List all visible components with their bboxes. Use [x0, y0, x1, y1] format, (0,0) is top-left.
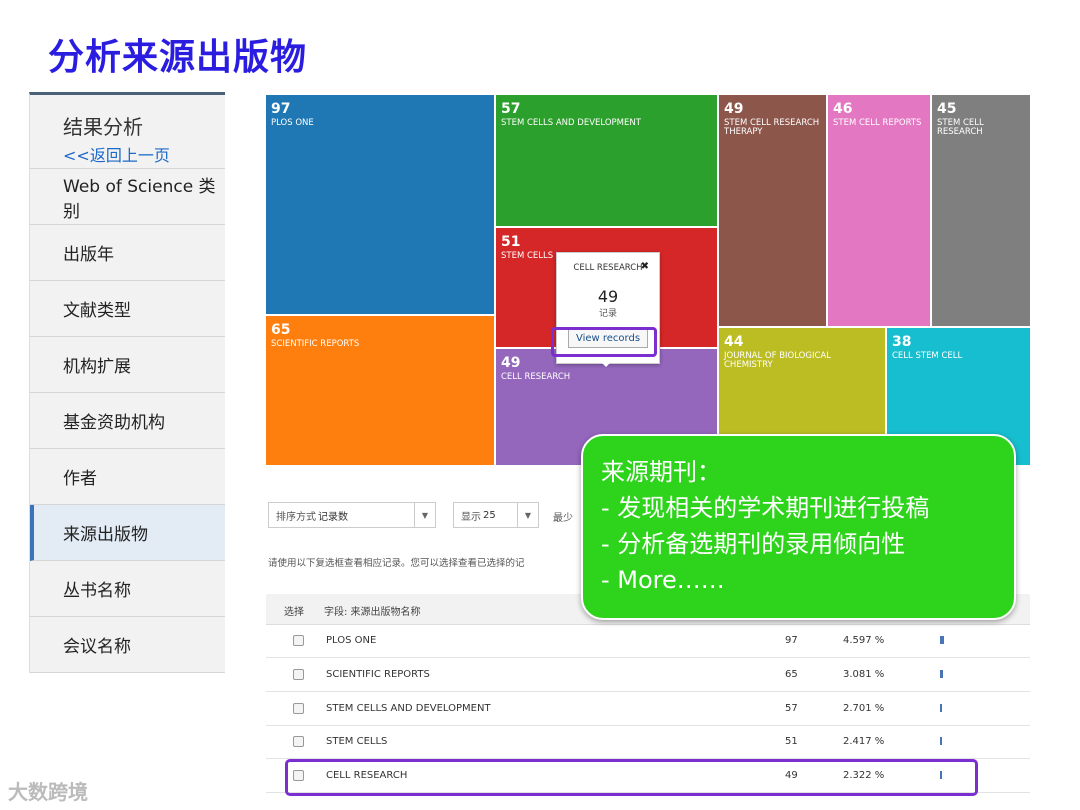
callout-line: - More…… — [601, 566, 725, 594]
sort-value: 记录数 — [318, 511, 348, 523]
sidebar-item-wos-category[interactable]: Web of Science 类别 — [30, 169, 225, 225]
sidebar-item-organization[interactable]: 机构扩展 — [30, 337, 225, 393]
highlight-frame-button — [551, 327, 657, 357]
callout-line: - 分析备选期刊的录用倾向性 — [601, 530, 906, 558]
sort-select[interactable]: 排序方式 记录数 ▼ — [268, 502, 436, 528]
row-checkbox[interactable] — [293, 669, 304, 680]
instruction-text: 请使用以下复选框查看相应记录。您可以选择查看已选择的记 — [268, 558, 525, 569]
show-count-select[interactable]: 显示 25 ▼ — [453, 502, 539, 528]
tile-label: STEM CELLS AND DEVELOPMENT — [501, 118, 641, 128]
row-count: 51 — [785, 736, 798, 747]
table-row: STEM CELLS 51 2.417 % — [266, 725, 1030, 759]
tile-label: SCIENTIFIC REPORTS — [271, 339, 360, 349]
row-name: SCIENTIFIC REPORTS — [326, 669, 430, 680]
treemap-tile[interactable]: 49 STEM CELL RESEARCH THERAPY — [719, 95, 826, 326]
sidebar-item-series[interactable]: 丛书名称 — [30, 561, 225, 617]
row-percent: 4.597 % — [843, 635, 885, 646]
row-name: PLOS ONE — [326, 635, 377, 646]
row-percent: 2.701 % — [843, 703, 885, 714]
treemap-tile[interactable]: 97 PLOS ONE — [266, 95, 494, 314]
row-count: 97 — [785, 635, 798, 646]
col-field: 字段: 来源出版物名称 — [324, 607, 421, 618]
treemap-tile[interactable]: 57 STEM CELLS AND DEVELOPMENT — [496, 95, 717, 226]
row-count: 57 — [785, 703, 798, 714]
row-name: STEM CELLS AND DEVELOPMENT — [326, 703, 491, 714]
tile-count: 65 — [271, 322, 291, 338]
treemap-tile[interactable]: 45 STEM CELL RESEARCH — [932, 95, 1030, 326]
callout-line: - 发现相关的学术期刊进行投稿 — [601, 494, 930, 522]
treemap-tile[interactable]: 46 STEM CELL REPORTS — [828, 95, 930, 326]
sidebar-item-doc-type[interactable]: 文献类型 — [30, 281, 225, 337]
highlight-frame-row — [285, 759, 978, 796]
row-bar — [940, 704, 942, 712]
back-link[interactable]: <<返回上一页 — [63, 142, 225, 166]
table-row: SCIENTIFIC REPORTS 65 3.081 % — [266, 658, 1030, 692]
row-count: 65 — [785, 669, 798, 680]
tile-count: 38 — [892, 334, 912, 350]
chevron-down-icon: ▼ — [517, 503, 538, 527]
min-label: 最少 — [553, 513, 573, 524]
tooltip-unit: 记录 — [598, 309, 617, 319]
tile-count: 51 — [501, 234, 521, 250]
callout-box: 来源期刊： - 发现相关的学术期刊进行投稿 - 分析备选期刊的录用倾向性 - M… — [581, 434, 1016, 620]
tile-count: 44 — [724, 334, 744, 350]
tile-count: 45 — [937, 101, 957, 117]
tile-label: STEM CELL REPORTS — [833, 118, 922, 128]
row-checkbox[interactable] — [293, 703, 304, 714]
tile-count: 49 — [724, 101, 744, 117]
slide-title: 分析来源出版物 — [48, 37, 308, 78]
table-row: PLOS ONE 97 4.597 % — [266, 624, 1030, 658]
tile-label: STEM CELL RESEARCH — [937, 118, 984, 137]
row-checkbox[interactable] — [293, 635, 304, 646]
tile-label: STEM CELL RESEARCH THERAPY — [724, 118, 820, 137]
close-icon[interactable]: ✖ — [641, 261, 649, 272]
tooltip-arrow — [600, 361, 612, 367]
row-bar — [940, 636, 944, 644]
treemap-tile[interactable]: 65 SCIENTIFIC REPORTS — [266, 316, 494, 465]
sidebar-item-pub-year[interactable]: 出版年 — [30, 225, 225, 281]
row-percent: 3.081 % — [843, 669, 885, 680]
tile-label: CELL STEM CELL — [892, 351, 963, 361]
sidebar-heading: 结果分析 — [63, 115, 143, 139]
col-select: 选择 — [284, 607, 304, 618]
watermark-logo: 大数跨境 — [8, 780, 88, 804]
sort-label: 排序方式 — [276, 511, 316, 523]
row-bar — [940, 737, 942, 745]
table-row: STEM CELLS AND DEVELOPMENT 57 2.701 % — [266, 692, 1030, 726]
sidebar-item-author[interactable]: 作者 — [30, 449, 225, 505]
tile-label: CELL RESEARCH — [501, 372, 571, 382]
row-percent: 2.417 % — [843, 736, 885, 747]
tile-label: JOURNAL OF BIOLOGICAL CHEMISTRY — [724, 351, 831, 370]
sidebar-item-source[interactable]: 来源出版物 — [30, 505, 225, 561]
tile-count: 46 — [833, 101, 853, 117]
show-value: 25 — [483, 509, 496, 521]
row-name: STEM CELLS — [326, 736, 388, 747]
row-checkbox[interactable] — [293, 736, 304, 747]
row-bar — [940, 670, 943, 678]
callout-line: 来源期刊： — [601, 458, 721, 486]
sidebar-item-conference[interactable]: 会议名称 — [30, 617, 225, 673]
chevron-down-icon: ▼ — [414, 503, 435, 527]
tile-count: 97 — [271, 101, 291, 117]
analysis-sidebar: 结果分析 <<返回上一页 Web of Science 类别 出版年 文献类型 … — [29, 92, 225, 673]
sidebar-item-funding[interactable]: 基金资助机构 — [30, 393, 225, 449]
tooltip-count: 49 — [597, 287, 619, 306]
show-label: 显示 — [461, 511, 481, 523]
tile-count: 57 — [501, 101, 521, 117]
sidebar-header: 结果分析 <<返回上一页 — [30, 95, 225, 169]
tile-label: PLOS ONE — [271, 118, 314, 128]
